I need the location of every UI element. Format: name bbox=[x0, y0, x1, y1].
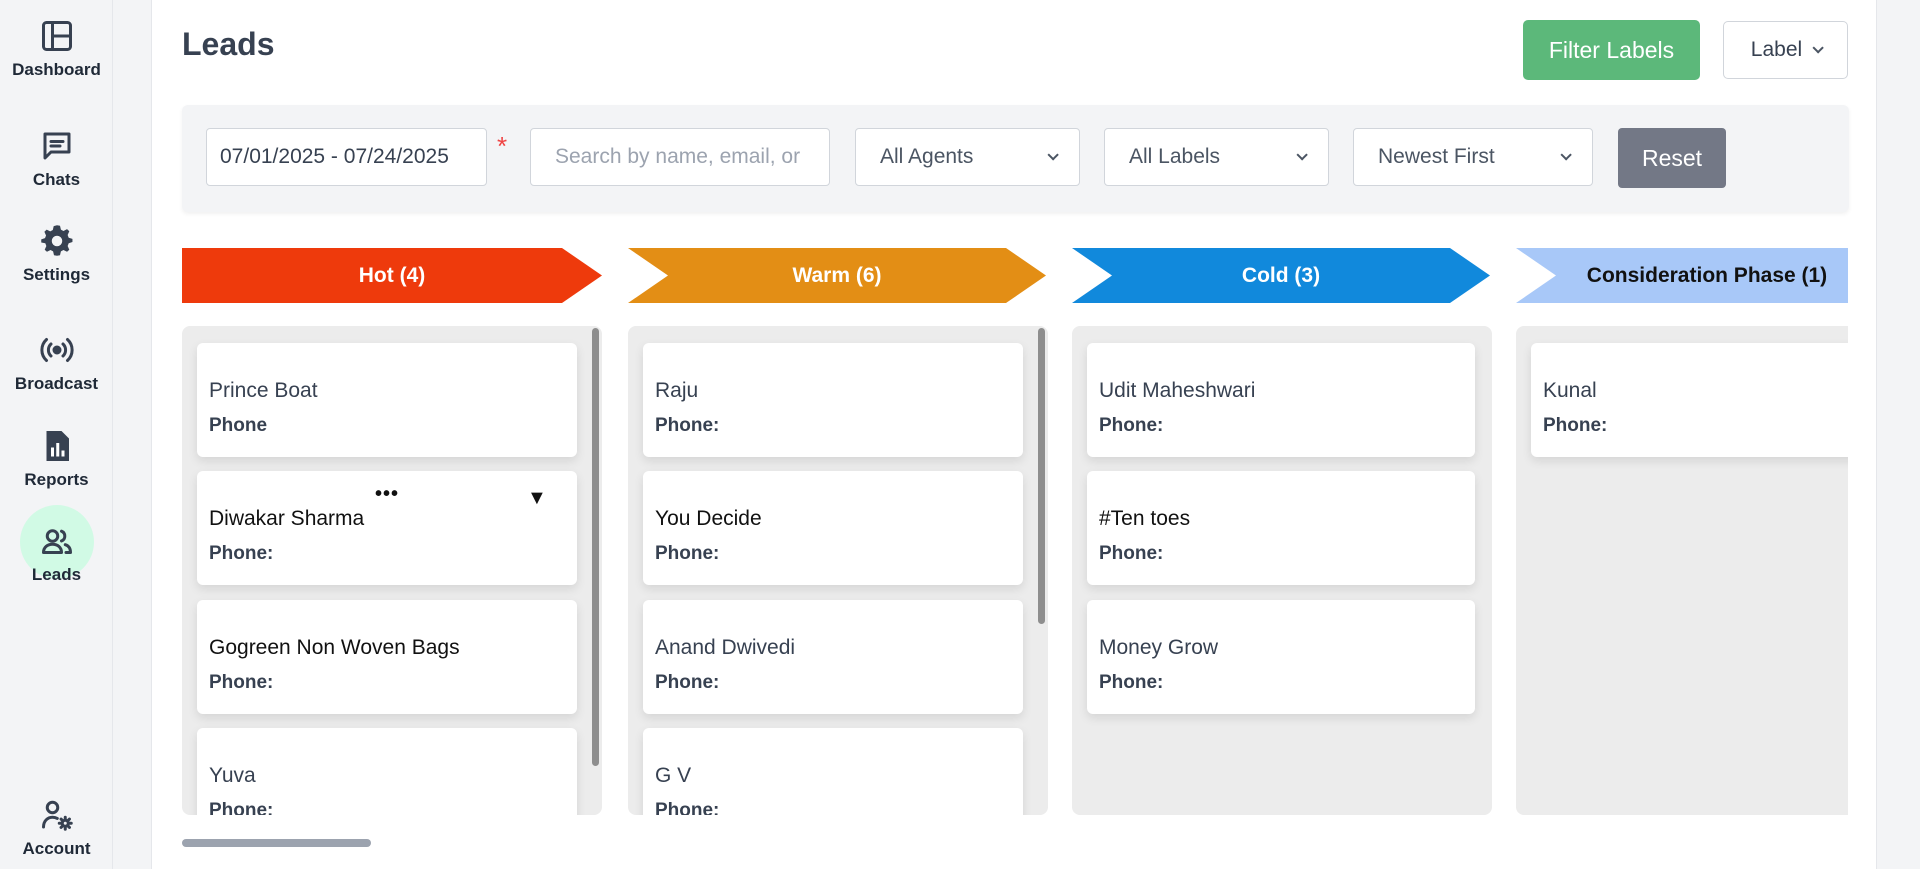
column-header-warm: Warm (6) bbox=[628, 248, 1046, 303]
lead-phone-label: Phone: bbox=[209, 800, 274, 815]
search-input[interactable] bbox=[555, 145, 805, 169]
lead-name: G V bbox=[655, 764, 692, 787]
sidebar: Dashboard Chats Settings Broadcast Repor… bbox=[0, 0, 113, 869]
lead-card[interactable]: Raju Phone: bbox=[643, 343, 1023, 457]
lead-phone-label: Phone: bbox=[1543, 415, 1608, 436]
caret-down-icon[interactable]: ▼ bbox=[527, 487, 547, 510]
lead-name: Diwakar Sharma bbox=[209, 507, 365, 530]
lead-phone-label: Phone: bbox=[1099, 415, 1164, 436]
nav-account[interactable]: Account bbox=[0, 795, 113, 859]
lead-phone-label: Phone: bbox=[209, 543, 274, 564]
gear-icon bbox=[37, 221, 77, 261]
lead-card[interactable]: G V Phone: bbox=[643, 728, 1023, 815]
more-options-icon[interactable]: ••• bbox=[375, 483, 399, 506]
nav-dashboard-label: Dashboard bbox=[12, 60, 101, 79]
lead-card[interactable]: Gogreen Non Woven Bags Phone: bbox=[197, 600, 577, 714]
nav-broadcast-label: Broadcast bbox=[14, 374, 99, 393]
column-scrollbar[interactable] bbox=[592, 328, 599, 766]
sort-select[interactable]: Newest First bbox=[1353, 128, 1593, 186]
broadcast-icon bbox=[37, 330, 77, 370]
required-mark: * bbox=[497, 131, 508, 161]
search-field[interactable] bbox=[530, 128, 830, 186]
chat-icon bbox=[37, 126, 77, 166]
lead-card[interactable]: Money Grow Phone: bbox=[1087, 600, 1475, 714]
labels-select-value: All Labels bbox=[1129, 145, 1221, 168]
lead-phone-label: Phone: bbox=[655, 672, 720, 693]
lead-phone-label: Phone: bbox=[1099, 543, 1164, 564]
lead-name: Prince Boat bbox=[209, 379, 318, 402]
lead-phone-label: Phone: bbox=[655, 415, 720, 436]
lead-phone-label: Phone: bbox=[655, 800, 720, 815]
lead-name: Anand Dwivedi bbox=[655, 636, 796, 659]
lead-phone-label: Phone: bbox=[209, 672, 274, 693]
lead-card[interactable]: You Decide Phone: bbox=[643, 471, 1023, 585]
lead-card[interactable]: Udit Maheshwari Phone: bbox=[1087, 343, 1475, 457]
column-header-consideration: Consideration Phase (1) bbox=[1516, 248, 1848, 303]
lead-name: Raju bbox=[655, 379, 699, 402]
lead-card[interactable]: Prince Boat Phone bbox=[197, 343, 577, 457]
nav-leads-label: Leads bbox=[31, 565, 82, 584]
lead-phone-label: Phone bbox=[209, 415, 268, 436]
chevron-down-icon bbox=[1560, 149, 1572, 161]
nav-settings-label: Settings bbox=[22, 265, 91, 284]
agents-select-value: All Agents bbox=[880, 145, 974, 168]
column-consideration: Kunal Phone: bbox=[1516, 326, 1848, 815]
nav-chats-label: Chats bbox=[32, 170, 81, 189]
lead-card[interactable]: #Ten toes Phone: bbox=[1087, 471, 1475, 585]
lead-phone-label: Phone: bbox=[1099, 672, 1164, 693]
horizontal-scrollbar[interactable] bbox=[182, 839, 371, 847]
report-icon bbox=[37, 426, 77, 466]
nav-reports[interactable]: Reports bbox=[0, 426, 113, 490]
column-cold: Udit Maheshwari Phone: #Ten toes Phone: … bbox=[1072, 326, 1492, 815]
sort-select-value: Newest First bbox=[1378, 145, 1495, 168]
column-warm: Raju Phone: You Decide Phone: Anand Dwiv… bbox=[628, 326, 1048, 815]
lead-name: You Decide bbox=[655, 507, 762, 530]
labels-select[interactable]: All Labels bbox=[1104, 128, 1329, 186]
nav-dashboard[interactable]: Dashboard bbox=[0, 16, 113, 80]
chevron-down-icon bbox=[1296, 149, 1308, 161]
lead-name: Yuva bbox=[209, 764, 256, 787]
lead-name: Kunal bbox=[1543, 379, 1597, 402]
lead-card[interactable]: Kunal Phone: bbox=[1531, 343, 1848, 457]
nav-broadcast[interactable]: Broadcast bbox=[0, 330, 113, 394]
nav-account-label: Account bbox=[22, 839, 91, 858]
chevron-down-icon bbox=[1047, 149, 1059, 161]
filter-bar: 07/01/2025 - 07/24/2025 * All Agents All… bbox=[182, 105, 1849, 212]
label-dropdown-text: Label bbox=[1750, 38, 1803, 61]
lead-name: Udit Maheshwari bbox=[1099, 379, 1256, 402]
reset-button[interactable]: Reset bbox=[1618, 128, 1726, 188]
page-title: Leads bbox=[182, 26, 275, 62]
lead-name: #Ten toes bbox=[1099, 507, 1191, 530]
chevron-down-icon bbox=[1812, 42, 1824, 54]
label-dropdown[interactable]: Label bbox=[1723, 21, 1848, 79]
lead-name: Gogreen Non Woven Bags bbox=[209, 636, 460, 659]
filter-labels-button[interactable]: Filter Labels bbox=[1523, 20, 1700, 80]
column-scrollbar[interactable] bbox=[1038, 328, 1045, 624]
column-header-cold: Cold (3) bbox=[1072, 248, 1490, 303]
lead-card[interactable]: Anand Dwivedi Phone: bbox=[643, 600, 1023, 714]
layout-icon bbox=[37, 16, 77, 56]
user-settings-icon bbox=[37, 795, 77, 835]
lead-phone-label: Phone: bbox=[655, 543, 720, 564]
nav-reports-label: Reports bbox=[24, 470, 89, 489]
date-range-picker[interactable]: 07/01/2025 - 07/24/2025 bbox=[206, 128, 487, 186]
nav-leads[interactable]: Leads bbox=[0, 505, 113, 585]
column-header-hot: Hot (4) bbox=[182, 248, 602, 303]
nav-chats[interactable]: Chats bbox=[0, 126, 113, 190]
agents-select[interactable]: All Agents bbox=[855, 128, 1080, 186]
lead-card[interactable]: ••• ▼ Diwakar Sharma Phone: bbox=[197, 471, 577, 585]
lead-card[interactable]: Yuva Phone: bbox=[197, 728, 577, 815]
lead-name: Money Grow bbox=[1099, 636, 1219, 659]
main-panel: Leads Filter Labels Label 07/01/2025 - 0… bbox=[151, 0, 1877, 869]
nav-settings[interactable]: Settings bbox=[0, 221, 113, 285]
column-hot: Prince Boat Phone ••• ▼ Diwakar Sharma P… bbox=[182, 326, 602, 815]
